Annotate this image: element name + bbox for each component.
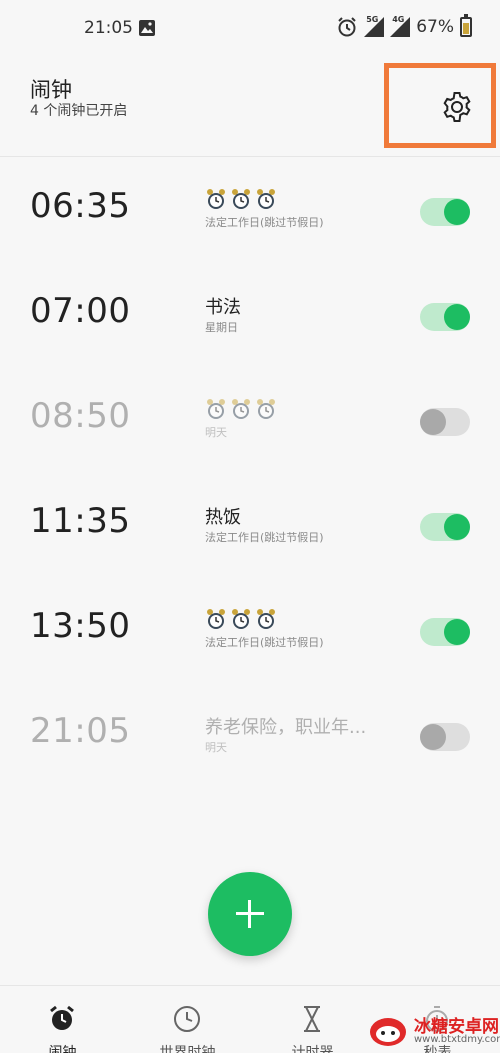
alarm-row[interactable]: 13:50 法定工作日(跳过节假日) xyxy=(0,578,500,683)
nav-world-clock[interactable]: 世界时钟 xyxy=(125,986,250,1053)
alarm-repeat: 星期日 xyxy=(205,321,238,334)
alarm-row[interactable]: 21:05 养老保险，职业年... 明天 xyxy=(0,683,500,788)
alarm-label-icons xyxy=(205,608,277,630)
alarm-label-icons xyxy=(205,398,277,420)
image-notification-icon xyxy=(139,20,155,36)
alarm-time: 11:35 xyxy=(30,501,131,541)
alarm-clock-icon xyxy=(207,609,225,629)
alarm-toggle[interactable] xyxy=(420,618,470,646)
alarm-label: 养老保险，职业年... xyxy=(205,717,367,738)
toggle-knob xyxy=(444,199,470,225)
alarm-row[interactable]: 07:00 书法星期日 xyxy=(0,263,500,368)
alarm-status-icon xyxy=(338,17,356,37)
alarm-clock-icon xyxy=(257,609,275,629)
battery-icon xyxy=(460,14,472,37)
alarm-clock-icon xyxy=(207,189,225,209)
alarm-repeat: 法定工作日(跳过节假日) xyxy=(205,636,324,649)
toggle-knob xyxy=(420,724,446,750)
alarm-time: 21:05 xyxy=(30,711,131,751)
alarm-clock-icon xyxy=(232,609,250,629)
status-bar: 21:05 5G 4G 67% xyxy=(0,0,500,58)
nav-timer[interactable]: 计时器 xyxy=(250,986,375,1053)
nav-label: 计时器 xyxy=(291,1045,334,1053)
gear-icon[interactable] xyxy=(440,90,474,124)
alarm-time: 06:35 xyxy=(30,186,131,226)
alarm-time: 08:50 xyxy=(30,396,131,436)
alarm-repeat: 明天 xyxy=(205,741,227,754)
alarm-label-icons xyxy=(205,188,277,210)
alarm-repeat: 明天 xyxy=(205,426,227,439)
battery-percent: 67% xyxy=(416,17,454,37)
plus-icon-bar xyxy=(236,912,264,915)
add-alarm-button[interactable] xyxy=(208,872,292,956)
nav-alarm[interactable]: 闹钟 xyxy=(0,986,125,1053)
alarm-clock-icon xyxy=(232,399,250,419)
toggle-knob xyxy=(420,409,446,435)
alarm-repeat: 法定工作日(跳过节假日) xyxy=(205,216,324,229)
status-icons: 5G 4G 67% xyxy=(336,14,472,38)
alarm-row[interactable]: 06:35 法定工作日(跳过节假日) xyxy=(0,158,500,263)
status-time: 21:05 xyxy=(84,18,133,38)
alarm-toggle[interactable] xyxy=(420,723,470,751)
toggle-knob xyxy=(444,514,470,540)
alarm-clock-icon xyxy=(50,1005,74,1030)
alarm-row[interactable]: 11:35 热饭法定工作日(跳过节假日) xyxy=(0,473,500,578)
alarm-clock-icon xyxy=(257,189,275,209)
page-subtitle: 4 个闹钟已开启 xyxy=(30,103,128,119)
alarm-toggle[interactable] xyxy=(420,408,470,436)
alarm-toggle[interactable] xyxy=(420,198,470,226)
battery-fill xyxy=(463,23,469,34)
alarm-time: 07:00 xyxy=(30,291,131,331)
site-watermark: 冰糖安卓网 www.btxtdmy.com xyxy=(362,1008,500,1052)
watermark-logo-icon xyxy=(370,1018,406,1046)
toggle-knob xyxy=(444,619,470,645)
signal-4g-icon: 4G xyxy=(390,15,411,37)
alarm-time: 13:50 xyxy=(30,606,131,646)
toggle-knob xyxy=(444,304,470,330)
alarm-repeat: 法定工作日(跳过节假日) xyxy=(205,531,324,544)
alarm-toggle[interactable] xyxy=(420,513,470,541)
signal-5g-icon: 5G xyxy=(364,15,385,37)
alarm-clock-icon xyxy=(207,399,225,419)
watermark-url: www.btxtdmy.com xyxy=(414,1034,500,1045)
alarm-row[interactable]: 08:50 明天 xyxy=(0,368,500,473)
alarm-toggle[interactable] xyxy=(420,303,470,331)
nav-label: 世界时钟 xyxy=(159,1045,216,1053)
nav-label: 闹钟 xyxy=(48,1045,77,1053)
app-header: 闹钟 4 个闹钟已开启 xyxy=(0,58,500,157)
alarm-label: 热饭 xyxy=(205,507,241,528)
alarm-clock-icon xyxy=(232,189,250,209)
alarm-clock-icon xyxy=(257,399,275,419)
hourglass-icon xyxy=(304,1006,320,1032)
alarm-label: 书法 xyxy=(205,297,241,318)
clock-icon xyxy=(174,1006,200,1032)
